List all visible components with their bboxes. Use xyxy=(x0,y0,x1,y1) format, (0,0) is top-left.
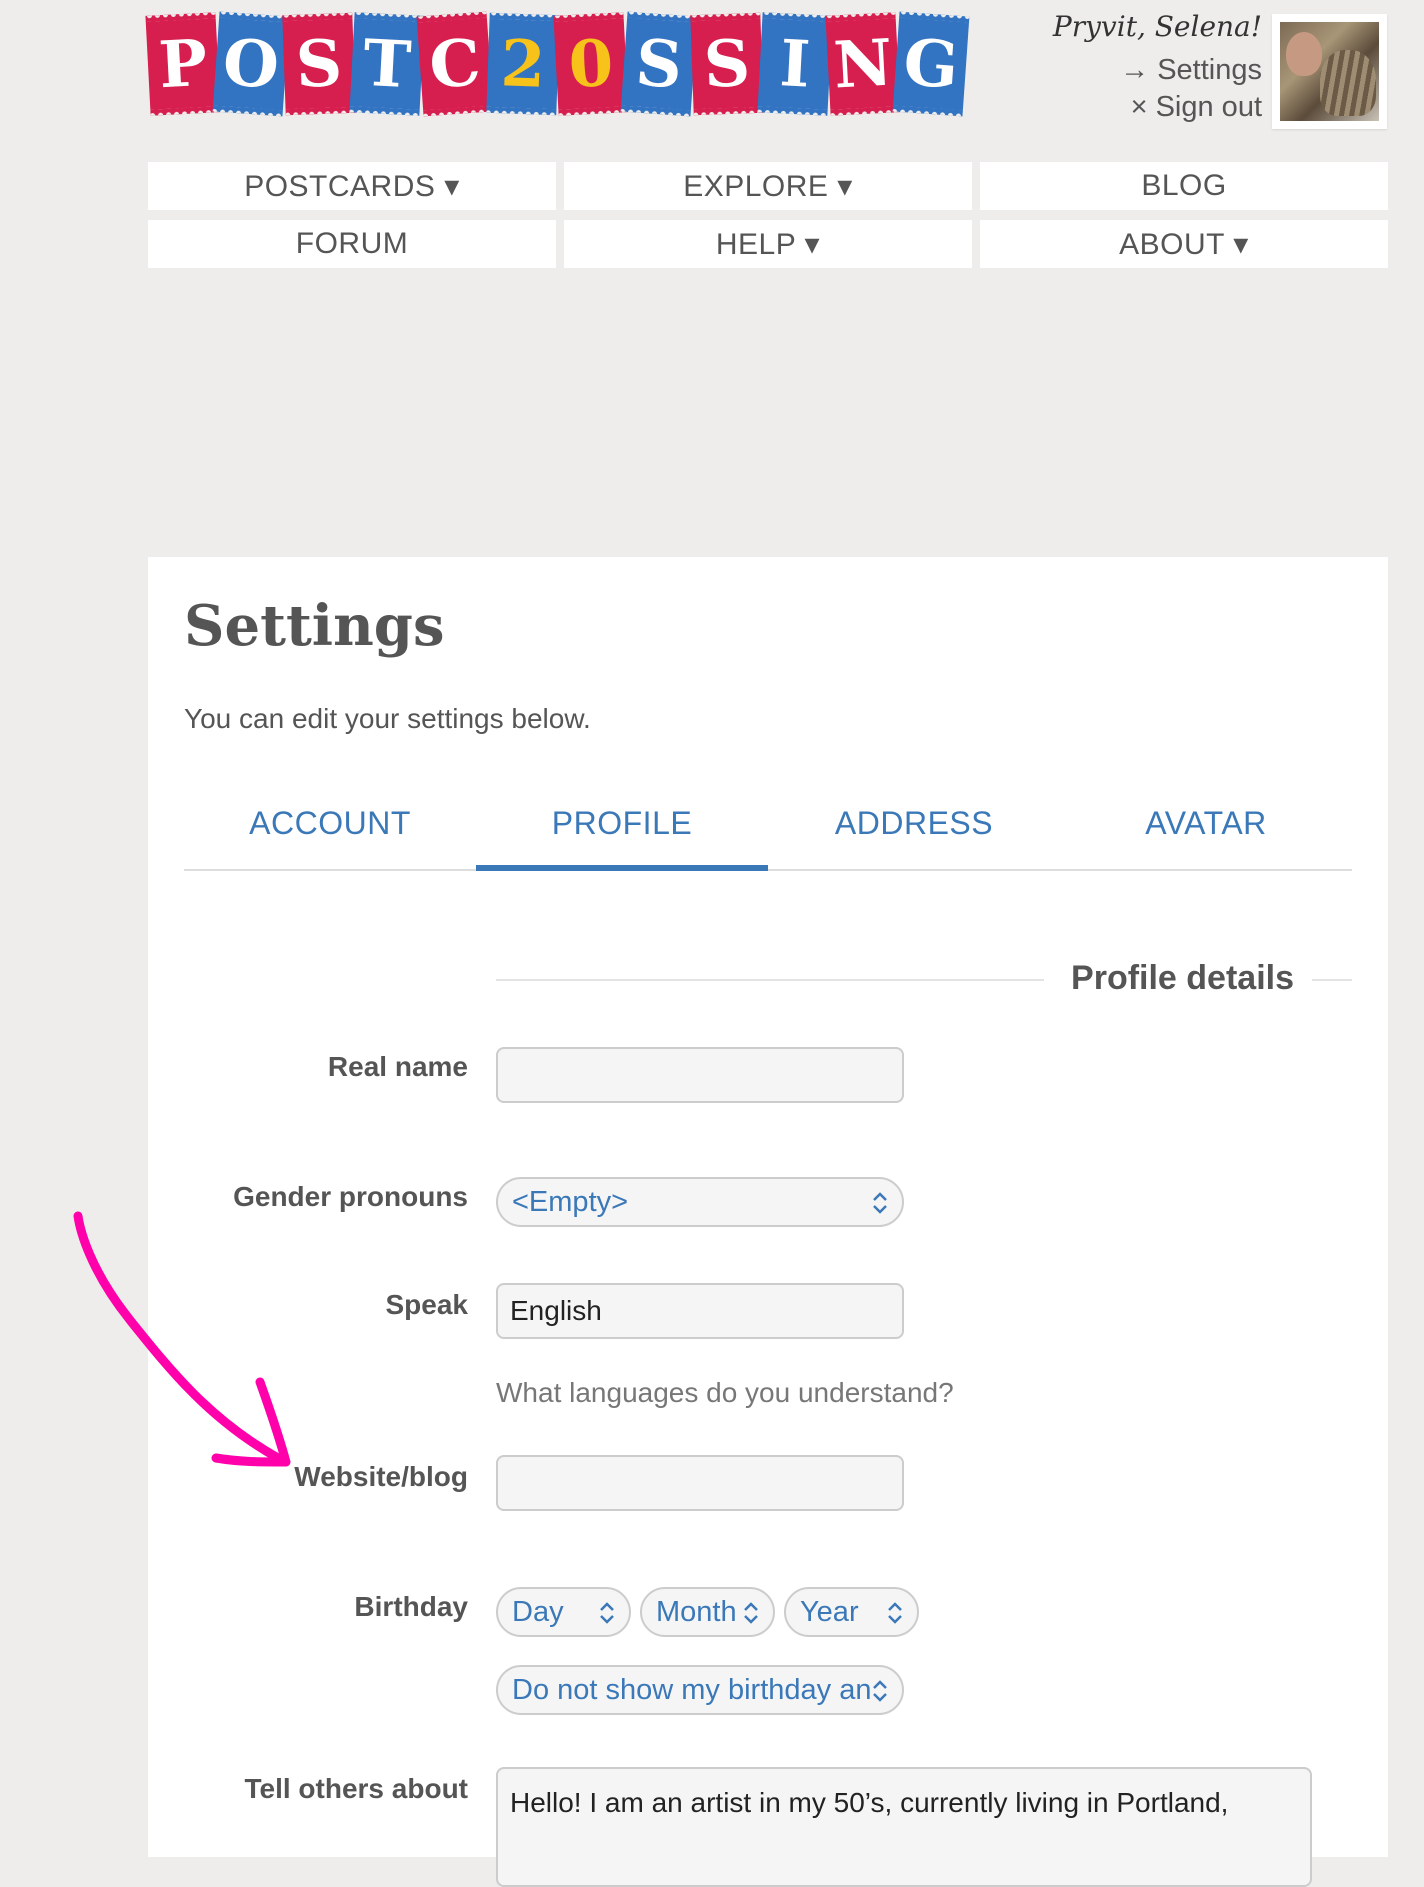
speak-input[interactable]: English xyxy=(496,1283,904,1339)
sign-out-link[interactable]: × Sign out xyxy=(1131,91,1262,124)
gender-pronouns-value: <Empty> xyxy=(512,1185,629,1218)
nav-help[interactable]: HELP ▾ xyxy=(564,220,972,268)
tab-account[interactable]: ACCOUNT xyxy=(184,777,476,869)
birthday-month-value: Month xyxy=(656,1595,737,1628)
nav-blog[interactable]: BLOG xyxy=(980,162,1388,210)
birthday-day-select[interactable]: Day xyxy=(496,1587,631,1637)
settings-link[interactable]: → Settings xyxy=(1120,54,1262,87)
tab-avatar[interactable]: AVATAR xyxy=(1060,777,1352,869)
nav-about[interactable]: ABOUT ▾ xyxy=(980,220,1388,268)
tab-address[interactable]: ADDRESS xyxy=(768,777,1060,869)
speak-label: Speak xyxy=(385,1289,469,1320)
annotation-arrow-icon xyxy=(73,1211,291,1467)
birthday-privacy-select[interactable]: Do not show my birthday an xyxy=(496,1665,904,1715)
website-blog-input[interactable] xyxy=(496,1455,904,1511)
avatar-photo xyxy=(1280,22,1379,121)
logo-letter: S xyxy=(282,12,356,116)
birthday-day-value: Day xyxy=(512,1595,564,1628)
select-chevron-icon xyxy=(888,1602,902,1624)
page-title: Settings xyxy=(184,593,445,659)
nav-explore[interactable]: EXPLORE ▾ xyxy=(564,162,972,210)
about-me-textarea[interactable]: Hello! I am an artist in my 50’s, curren… xyxy=(496,1767,1312,1887)
birthday-year-value: Year xyxy=(800,1595,859,1628)
gender-pronouns-select[interactable]: <Empty> xyxy=(496,1177,904,1227)
select-chevron-icon xyxy=(744,1602,758,1624)
legend-divider xyxy=(496,979,1044,981)
birthday-month-select[interactable]: Month xyxy=(640,1587,775,1637)
nav-postcards[interactable]: POSTCARDS ▾ xyxy=(148,162,556,210)
logo-letter: S xyxy=(620,11,698,117)
birthday-label: Birthday xyxy=(354,1591,468,1622)
logo-letter: I xyxy=(757,12,833,116)
logo-letter: P xyxy=(145,12,221,116)
logo-letter: G xyxy=(892,11,970,117)
select-chevron-icon xyxy=(873,1192,887,1214)
logo-letter: 0 xyxy=(553,12,629,116)
user-greeting: Pryvit, Selena! xyxy=(1052,10,1262,43)
page-intro: You can edit your settings below. xyxy=(184,703,591,734)
logo-letter: N xyxy=(825,12,901,116)
avatar-face xyxy=(1286,32,1322,76)
about-me-label: Tell others about xyxy=(244,1773,469,1804)
logo-letter: C xyxy=(416,11,494,117)
logo-letter: T xyxy=(349,12,425,116)
nav-forum[interactable]: FORUM xyxy=(148,220,556,268)
birthday-year-select[interactable]: Year xyxy=(784,1587,919,1637)
postcrossing-logo[interactable]: P O S T C 2 0 S S I N G xyxy=(145,11,970,118)
profile-details-legend: Profile details xyxy=(1071,959,1294,997)
real-name-input[interactable] xyxy=(496,1047,904,1103)
logo-letter: S xyxy=(690,12,764,116)
settings-tabs: ACCOUNT PROFILE ADDRESS AVATAR xyxy=(184,777,1352,871)
settings-card: Settings You can edit your settings belo… xyxy=(148,557,1388,1887)
legend-divider xyxy=(1312,979,1352,981)
select-chevron-icon xyxy=(873,1680,887,1702)
website-blog-label: Website/blog xyxy=(294,1461,468,1492)
avatar-cat xyxy=(1320,50,1376,116)
real-name-label: Real name xyxy=(327,1051,468,1082)
birthday-privacy-value: Do not show my birthday an xyxy=(512,1673,872,1706)
logo-letter: 2 xyxy=(486,12,560,116)
select-chevron-icon xyxy=(600,1602,614,1624)
user-avatar[interactable] xyxy=(1272,14,1387,129)
tab-profile[interactable]: PROFILE xyxy=(476,777,768,871)
speak-help-text: What languages do you understand? xyxy=(496,1377,954,1408)
logo-letter: O xyxy=(212,11,290,117)
